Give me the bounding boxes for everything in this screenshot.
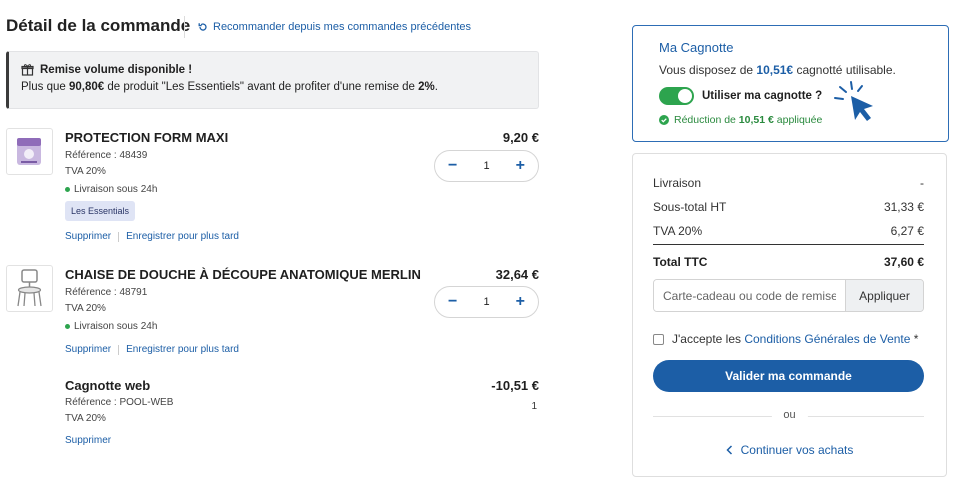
cgv-row: J'accepte les Conditions Générales de Ve… [653, 332, 918, 346]
use-wallet-toggle[interactable] [659, 87, 694, 105]
minus-button[interactable]: − [448, 158, 457, 174]
item-actions: Supprimer Enregistrer pour plus tard [65, 344, 239, 355]
toggle-label: Utiliser ma cagnotte ? [702, 90, 823, 102]
gift-icon [21, 64, 34, 76]
stock-label: Livraison sous 24h [74, 184, 158, 195]
wallet-toggle-row: Utiliser ma cagnotte ? [659, 87, 948, 105]
product-image[interactable] [6, 128, 53, 175]
promo-amount: 90,80€ [68, 81, 105, 93]
cgv-link[interactable]: Conditions Générales de Vente [744, 332, 910, 346]
promo-text: Plus que 90,80€ de produit "Les Essentie… [21, 81, 438, 93]
quantity-stepper: − 1 + [434, 150, 539, 182]
volume-discount-banner: Remise volume disponible ! Plus que 90,8… [6, 51, 539, 109]
wallet-amount: 10,51€ [756, 63, 794, 77]
in-stock-dot [65, 324, 70, 329]
apply-button[interactable]: Appliquer [845, 280, 923, 311]
quantity-value[interactable]: 1 [483, 296, 489, 308]
wallet-reduction: Réduction de 10,51 € appliquée [659, 114, 948, 126]
check-circle-icon [659, 115, 669, 125]
quantity-stepper: − 1 + [434, 286, 539, 318]
click-cursor-icon [834, 81, 873, 121]
stock-label: Livraison sous 24h [74, 321, 158, 332]
product-reference: Référence : POOL-WEB [65, 397, 174, 408]
cgv-checkbox[interactable] [653, 333, 664, 345]
reorder-link[interactable]: Recommander depuis mes commandes précéde… [198, 21, 471, 33]
page-title: Détail de la commande [6, 16, 191, 35]
product-price: 9,20 € [502, 130, 539, 145]
promo-title: Remise volume disponible ! [40, 63, 193, 76]
product-tva: TVA 20% [65, 303, 106, 314]
item-actions: Supprimer Enregistrer pour plus tard [65, 231, 239, 242]
quantity-value[interactable]: 1 [483, 160, 489, 172]
coupon-form: Appliquer [653, 279, 924, 312]
stock-status: Livraison sous 24h [65, 184, 157, 195]
actions-divider [118, 231, 120, 242]
chevron-left-icon [726, 445, 732, 455]
or-label: ou [771, 409, 808, 421]
summary-row-delivery: Livraison - [653, 176, 924, 190]
cart-item: PROTECTION FORM MAXI 9,20 € Référence : … [6, 128, 539, 248]
remove-link[interactable]: Supprimer [65, 344, 111, 355]
plus-button[interactable]: + [516, 294, 525, 310]
summary-total: Total TTC 37,60 € [653, 255, 924, 269]
plus-button[interactable]: + [516, 158, 525, 174]
summary-row-tva: TVA 20% 6,27 € [653, 224, 924, 238]
remove-link[interactable]: Supprimer [65, 231, 111, 242]
stock-status: Livraison sous 24h [65, 321, 157, 332]
save-later-link[interactable]: Enregistrer pour plus tard [126, 231, 239, 242]
product-reference: Référence : 48791 [65, 287, 148, 298]
remove-link[interactable]: Supprimer [65, 435, 111, 446]
wallet-title: Ma Cagnotte [659, 40, 734, 55]
cart-item: CHAISE DE DOUCHE À DÉCOUPE ANATOMIQUE ME… [6, 265, 539, 360]
coupon-input[interactable] [654, 280, 845, 311]
minus-button[interactable]: − [448, 294, 457, 310]
validate-order-button[interactable]: Valider ma commande [653, 360, 924, 392]
continue-shopping-link[interactable]: Continuer vos achats [633, 443, 946, 457]
product-tva: TVA 20% [65, 413, 106, 424]
in-stock-dot [65, 187, 70, 192]
promo-percent: 2% [418, 81, 435, 93]
refresh-icon [198, 23, 207, 31]
product-badge: Les Essentials [65, 201, 136, 221]
product-image[interactable] [6, 265, 53, 312]
order-summary: Livraison - Sous-total HT 31,33 € TVA 20% 6… [632, 153, 947, 477]
header-divider [184, 16, 185, 38]
quantity-value: 1 [531, 401, 537, 412]
protection-pack-image [17, 138, 41, 165]
product-price: -10,51 € [491, 378, 539, 393]
product-name: Cagnotte web [65, 378, 151, 393]
wallet-card: Ma Cagnotte Vous disposez de 10,51€ cagn… [632, 25, 949, 142]
product-reference: Référence : 48439 [65, 150, 148, 161]
save-later-link[interactable]: Enregistrer pour plus tard [126, 344, 239, 355]
wallet-available: Vous disposez de 10,51€ cagnotté utilisa… [659, 63, 896, 77]
product-name[interactable]: PROTECTION FORM MAXI [65, 130, 228, 145]
cart-item: Cagnotte web -10,51 € Référence : POOL-W… [6, 376, 539, 451]
item-actions: Supprimer [65, 435, 111, 446]
summary-divider [653, 244, 924, 245]
reorder-label: Recommander depuis mes commandes précéde… [213, 21, 472, 33]
shower-chair-image [17, 269, 42, 307]
actions-divider [118, 344, 120, 355]
reduction-amount: 10,51 € [738, 114, 774, 126]
product-name[interactable]: CHAISE DE DOUCHE À DÉCOUPE ANATOMIQUE ME… [65, 267, 421, 282]
product-tva: TVA 20% [65, 166, 106, 177]
summary-row-subtotal: Sous-total HT 31,33 € [653, 200, 924, 214]
product-price: 32,64 € [495, 267, 539, 282]
